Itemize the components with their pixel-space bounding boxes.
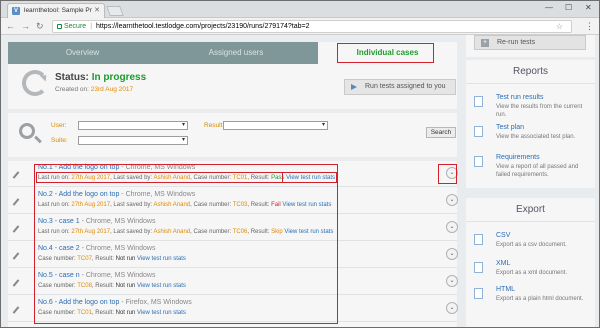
report-document-icon [474,96,483,107]
run-tests-label: Run tests assigned to you [365,83,446,90]
suite-filter-select[interactable] [78,136,188,145]
result-filter-label: Result: [204,122,225,129]
highlight-tab-box [337,43,434,63]
reports-heading: Reports [466,60,595,84]
report-link[interactable]: Test plan [496,124,524,131]
result-filter-select[interactable] [223,121,328,130]
report-desc: View the results from the current run. [496,104,583,118]
suite-filter-label: Suite: [51,137,68,144]
back-arrow-icon[interactable]: ← [6,21,15,31]
forward-arrow-icon[interactable]: → [21,21,30,31]
pencil-icon[interactable] [12,306,20,314]
url-bar[interactable]: Secure | https://learnthetool.testlodge.co… [52,20,572,33]
report-link[interactable]: Requirements [496,154,540,161]
rerun-label: Re-run tests [497,39,536,46]
browser-tab[interactable]: V learnthetool: Sample Pr ✕ [7,3,105,18]
new-tab-button[interactable] [106,6,124,16]
tab-title: learnthetool: Sample Pr [24,7,92,14]
maximize-icon[interactable]: ☐ [565,3,572,12]
pencil-icon[interactable] [12,279,20,287]
reports-panel: Reports Test run results View the result… [466,60,595,188]
url-text: https://learnthetool.testlodge.com/proje… [96,23,310,30]
status-line: Status: In progress [55,72,146,83]
export-desc: Export as a xml document. [496,270,568,276]
pencil-icon[interactable] [12,198,20,206]
expand-chevron-icon[interactable]: ⌄ [446,221,458,233]
file-icon [474,234,483,245]
minimize-icon[interactable]: — [545,3,553,12]
expand-chevron-icon[interactable]: ⌄ [446,248,458,260]
bookmark-star-icon[interactable]: ☆ [556,21,563,32]
rerun-panel: + Re-run tests [466,35,595,57]
lock-icon [57,23,62,29]
highlight-cases-box [34,164,338,324]
plus-icon: + [481,39,489,47]
expand-chevron-icon[interactable]: ⌄ [446,302,458,314]
pencil-icon[interactable] [12,225,20,233]
export-heading: Export [466,198,595,222]
search-icon [19,123,35,139]
title-bar: V learnthetool: Sample Pr ✕ — ☐ ✕ [1,1,599,18]
search-button[interactable]: Search [426,127,456,138]
browser-menu-icon[interactable]: ⋮ [585,21,594,32]
pencil-icon[interactable] [12,171,20,179]
play-icon [351,84,357,90]
export-desc: Export as a plain html document. [496,296,584,302]
testlodge-favicon-icon: V [12,7,20,15]
run-tests-assigned-button[interactable]: Run tests assigned to you [344,79,456,95]
address-row: ← → ↻ Secure | https://learnthetool.testlo… [1,18,599,35]
url-separator: | [90,23,93,30]
browser-window: V learnthetool: Sample Pr ✕ — ☐ ✕ ← → ↻ … [0,0,600,328]
created-on: Created on: 23rd Aug 2017 [55,86,133,93]
close-tab-icon[interactable]: ✕ [94,6,100,14]
created-prefix: Created on: [55,86,89,93]
secure-label: Secure [64,23,87,30]
export-link[interactable]: CSV [496,232,510,239]
export-link[interactable]: XML [496,260,510,267]
status-panel: Status: In progress Created on: 23rd Aug… [8,64,457,109]
filter-panel: User: Result: Suite: Search [8,113,457,157]
tab-overview[interactable]: Overview [8,42,157,64]
report-link[interactable]: Test run results [496,94,543,101]
report-desc: View a report of all passed and failed r… [496,164,579,178]
reload-icon[interactable]: ↻ [36,21,44,31]
close-window-icon[interactable]: ✕ [585,3,592,12]
expand-chevron-icon[interactable]: ⌄ [446,194,458,206]
report-document-icon [474,156,483,167]
highlight-view-stats-box [282,172,337,183]
user-filter-label: User: [51,122,67,129]
refresh-status-icon [22,70,48,96]
status-value: In progress [91,72,147,83]
export-panel: Export CSV Export as a csv document. XML… [466,198,595,327]
user-filter-select[interactable] [78,121,188,130]
status-label: Status: [55,72,89,83]
export-link[interactable]: HTML [496,286,515,293]
pencil-icon[interactable] [12,252,20,260]
rerun-tests-button[interactable]: + Re-run tests [474,35,586,50]
expand-chevron-icon[interactable]: ⌄ [446,275,458,287]
tab-assigned-users[interactable]: Assigned users [157,42,315,64]
report-document-icon [474,126,483,137]
export-desc: Export as a csv document. [496,242,567,248]
file-icon [474,288,483,299]
created-date: 23rd Aug 2017 [90,86,134,93]
file-icon [474,262,483,273]
report-desc: View the associated test plan. [496,134,576,140]
highlight-expand-box [438,164,457,184]
